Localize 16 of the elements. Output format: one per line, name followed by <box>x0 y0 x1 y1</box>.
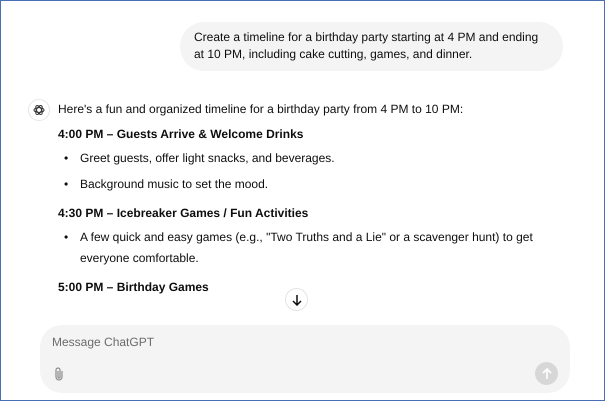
arrow-down-icon <box>290 294 302 306</box>
bullet-text: A few quick and easy games (e.g., "Two Truths and a Lie" or a scavenger hunt) to get everyone comfortable. <box>80 229 534 267</box>
bullet-text: Greet guests, offer light snacks, and beverages. <box>80 150 336 167</box>
user-message: Create a timeline for a birthday party starting at 4 PM and ending at 10 PM, including cake cutting, games, and dinner. <box>180 22 563 71</box>
section-heading: 4:30 PM – Icebreaker Games / Fun Activities <box>58 205 310 222</box>
bullet-marker: • <box>63 150 70 167</box>
arrow-up-icon <box>540 368 552 380</box>
section-heading: 5:00 PM – Birthday Games <box>58 279 210 296</box>
bullet-text: Background music to set the mood. <box>80 176 270 193</box>
message-input[interactable]: Message ChatGPT <box>52 335 352 349</box>
intro-text: Here's a fun and organized timeline for a birthday party from 4 PM to 10 PM: <box>58 101 464 118</box>
assistant-avatar-icon <box>28 99 50 121</box>
bullet-marker: • <box>63 176 70 193</box>
section-heading: 4:00 PM – Guests Arrive & Welcome Drinks <box>58 126 304 143</box>
scroll-down-button[interactable] <box>285 288 308 311</box>
bullet-marker: • <box>63 229 70 246</box>
